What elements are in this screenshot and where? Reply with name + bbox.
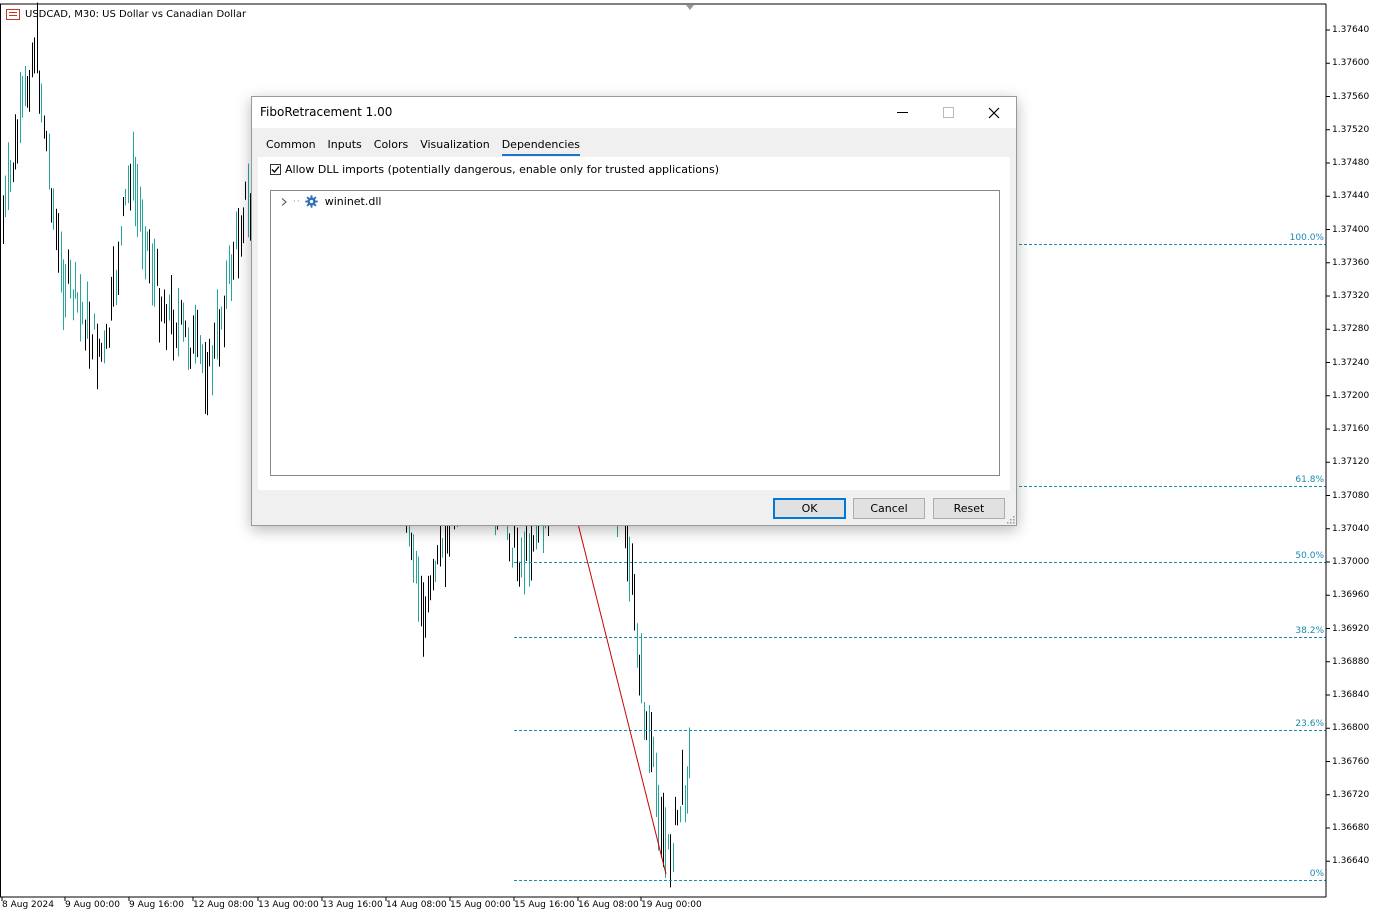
tab-inputs[interactable]: Inputs [328,137,368,155]
chevron-right-icon[interactable] [279,197,289,207]
price-tick-label: 1.37280 [1332,324,1370,335]
time-tick-label: 8 Aug 2024 [2,900,54,910]
fibo-properties-dialog: FiboRetracement 1.00 Common Inputs Color… [251,96,1017,526]
time-tick-label: 19 Aug 00:00 [641,900,702,910]
tab-dependencies[interactable]: Dependencies [501,137,586,156]
tab-common[interactable]: Common [266,137,322,155]
dialog-titlebar[interactable]: FiboRetracement 1.00 [252,97,1016,128]
time-tick-label: 16 Aug 08:00 [578,900,639,910]
fibo-level-label: 0% [1309,868,1324,879]
price-tick-label: 1.37160 [1332,424,1370,434]
close-button[interactable] [971,97,1017,128]
fibo-level-label: 50.0% [1295,550,1324,561]
dependency-name: wininet.dll [324,195,382,208]
allow-dll-checkbox[interactable] [270,164,281,175]
fibo-level-label: 100.0% [1289,232,1324,243]
tab-colors[interactable]: Colors [374,137,414,155]
fibo-level-label: 61.8% [1295,474,1324,485]
price-tick-label: 1.37000 [1332,557,1370,567]
price-tick-label: 1.37320 [1332,291,1370,301]
price-tick-label: 1.37080 [1332,490,1370,501]
tab-visualization[interactable]: Visualization [420,137,495,155]
maximize-icon [942,107,954,118]
price-tick-label: 1.37440 [1332,191,1370,202]
fibo-trend-line [569,491,667,875]
dependencies-tree[interactable]: ·· wininet.dll [270,190,1000,476]
checkmark-icon [271,166,280,173]
allow-dll-row[interactable]: Allow DLL imports (potentially dangerous… [270,163,719,176]
price-tick-label: 1.37400 [1332,224,1370,235]
price-tick-label: 1.36920 [1332,623,1370,634]
price-tick-label: 1.37200 [1332,390,1370,401]
time-tick-label: 13 Aug 00:00 [258,900,319,910]
price-tick-label: 1.37040 [1332,523,1370,534]
price-tick-label: 1.36880 [1332,656,1370,667]
tree-connector: ·· [293,196,301,207]
chart-title-text: USDCAD, M30: US Dollar vs Canadian Dolla… [25,9,247,20]
price-tick-label: 1.36840 [1332,690,1370,700]
close-icon [988,107,1000,118]
time-tick-label: 15 Aug 00:00 [450,900,511,910]
price-tick-label: 1.36760 [1332,756,1370,767]
minimize-button[interactable] [879,97,925,128]
time-tick-label: 9 Aug 16:00 [129,900,184,910]
allow-dll-label: Allow DLL imports (potentially dangerous… [285,163,720,176]
price-tick-label: 1.37120 [1332,457,1370,468]
price-tick-label: 1.37520 [1332,124,1370,135]
chart-window-icon [6,9,20,20]
price-tick-label: 1.37360 [1332,257,1370,268]
price-tick-label: 1.36960 [1332,590,1370,601]
resize-grip-icon[interactable] [1006,515,1015,524]
minimize-icon [896,112,908,113]
time-tick-label: 9 Aug 00:00 [65,900,120,910]
ok-button[interactable]: OK [773,498,846,519]
fibo-level-label: 23.6% [1295,718,1324,729]
tree-item[interactable]: ·· wininet.dll [279,195,381,208]
price-tick-label: 1.37600 [1332,58,1370,69]
maximize-button [925,97,971,128]
price-tick-label: 1.37640 [1332,25,1370,35]
fibo-level-label: 38.2% [1295,625,1324,636]
time-tick-label: 15 Aug 16:00 [514,900,575,910]
gear-icon [305,195,318,208]
time-tick-label: 13 Aug 16:00 [322,900,383,910]
price-tick-label: 1.36640 [1332,856,1370,867]
time-tick-label: 14 Aug 08:00 [386,900,447,910]
price-tick-label: 1.37560 [1332,91,1370,102]
dependencies-panel: Allow DLL imports (potentially dangerous… [258,157,1010,490]
price-tick-label: 1.36720 [1332,789,1370,800]
price-tick-label: 1.37240 [1332,357,1370,368]
dialog-tabs: Common Inputs Colors Visualization Depen… [266,137,592,156]
price-tick-label: 1.36800 [1332,723,1370,734]
dialog-title: FiboRetracement 1.00 [260,105,393,119]
cancel-button[interactable]: Cancel [853,498,925,519]
reset-button[interactable]: Reset [933,498,1005,519]
chart-title: USDCAD, M30: US Dollar vs Canadian Dolla… [6,9,246,20]
price-tick-label: 1.37480 [1332,158,1370,168]
time-tick-label: 12 Aug 08:00 [193,900,254,910]
price-tick-label: 1.36680 [1332,823,1370,833]
